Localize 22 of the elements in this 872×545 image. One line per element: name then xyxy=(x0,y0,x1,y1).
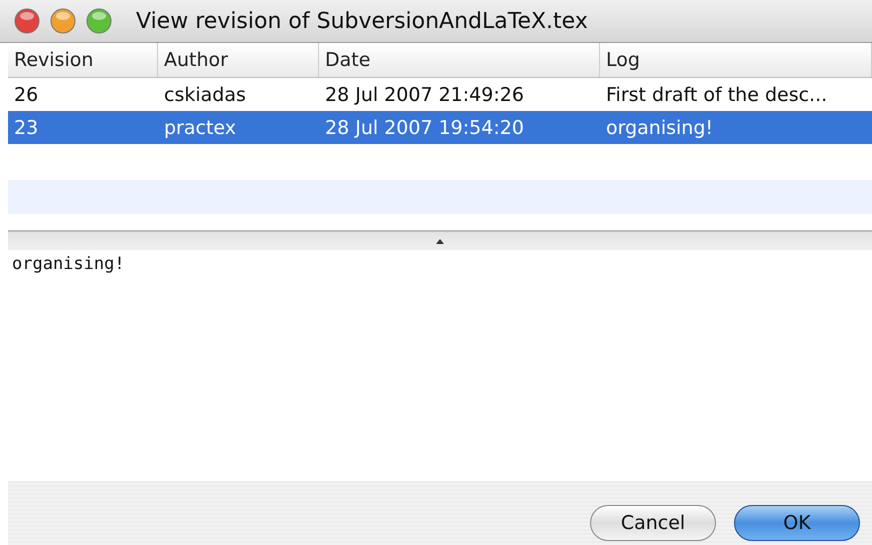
column-header[interactable]: Log xyxy=(600,43,872,77)
cancel-button[interactable]: Cancel xyxy=(590,505,716,541)
table-cell-text: 23 xyxy=(13,116,40,140)
table-cell-text: practex xyxy=(163,116,238,140)
close-button[interactable] xyxy=(14,8,40,34)
column-header[interactable]: Date xyxy=(319,43,600,77)
table-cell-text: 28 Jul 2007 19:54:20 xyxy=(324,116,525,140)
table-cell-text: First draft of the desc... xyxy=(605,82,828,108)
column-header[interactable]: Revision xyxy=(8,43,158,77)
split-handle[interactable] xyxy=(8,230,872,250)
column-header[interactable]: Author xyxy=(158,43,319,77)
log-message: organising! xyxy=(11,253,126,276)
window-title: View revision of SubversionAndLaTeX.tex xyxy=(136,8,588,34)
table-cell-text: 28 Jul 2007 21:49:26 xyxy=(324,82,525,108)
table-cell-text: cskiadas xyxy=(163,82,247,108)
minimize-button[interactable] xyxy=(50,8,76,34)
ok-button[interactable]: OK xyxy=(734,505,860,541)
table-cell-text: 26 xyxy=(13,82,40,108)
table-row[interactable]: 23 practex 28 Jul 2007 19:54:20 organising! xyxy=(8,111,872,144)
zoom-button[interactable] xyxy=(86,8,112,34)
table-cell-text: organising! xyxy=(605,116,714,140)
caret-icon xyxy=(435,238,445,244)
